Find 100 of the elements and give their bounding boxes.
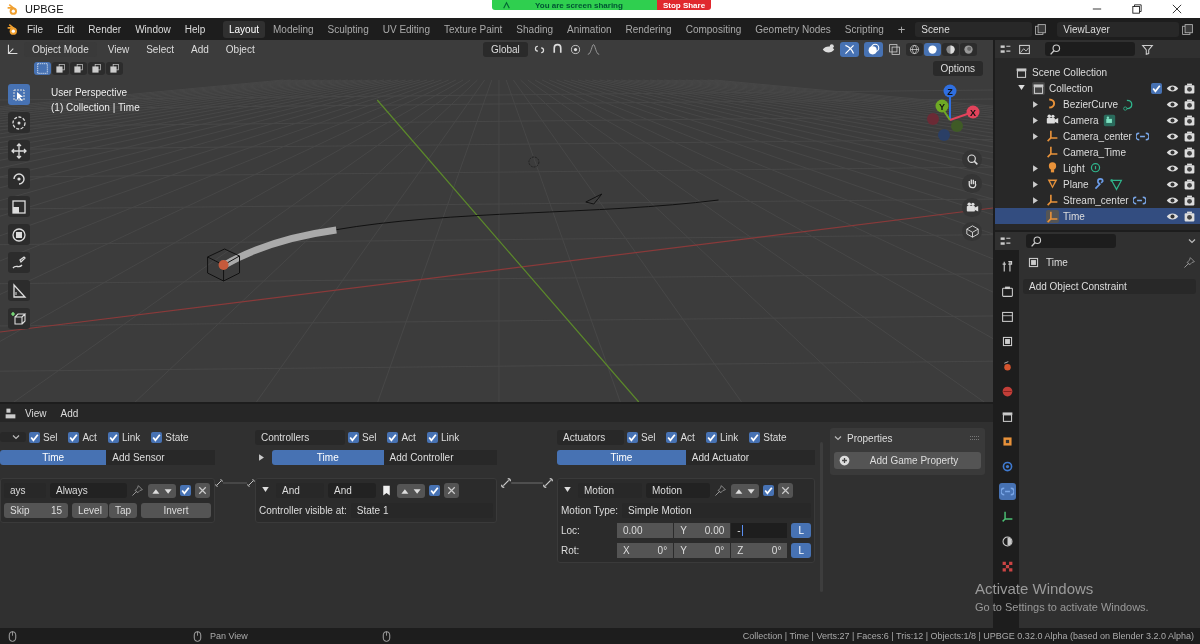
move-arrows[interactable] [148, 483, 176, 498]
outliner-row[interactable]: Camera_center [995, 128, 1200, 144]
number-field[interactable]: - [731, 523, 788, 538]
remove-button[interactable] [195, 483, 210, 498]
state-dropdown[interactable]: State 1 [350, 503, 493, 518]
camera-icon[interactable] [1183, 193, 1196, 207]
scale-tool[interactable] [8, 196, 30, 217]
workspace-tab[interactable]: Layout [222, 20, 265, 38]
blender-menu-icon[interactable] [6, 22, 19, 36]
workspace-tab[interactable]: Rendering [619, 20, 678, 38]
add-workspace-button[interactable]: + [891, 19, 912, 39]
add-sensor-dropdown[interactable]: Add Sensor [106, 449, 215, 465]
annotate-tool[interactable] [8, 252, 30, 273]
number-field[interactable]: Z 0° [731, 543, 788, 558]
duplicate-icon[interactable] [1034, 22, 1048, 36]
exclude-checkbox[interactable] [1151, 82, 1162, 94]
restore-icon[interactable] [1132, 4, 1142, 14]
editor-type-icon[interactable] [4, 406, 17, 420]
object-bar[interactable]: Time [0, 449, 107, 465]
menu-item[interactable]: Render [82, 21, 128, 37]
outliner-row[interactable]: Plane [995, 176, 1200, 192]
menu-item[interactable]: Edit [51, 21, 81, 37]
move-arrows[interactable] [397, 483, 425, 498]
checkbox[interactable] [29, 431, 40, 443]
menu-item[interactable]: Window [129, 21, 177, 37]
checkbox[interactable] [151, 431, 163, 443]
number-field[interactable]: Y 0.00 [674, 523, 731, 538]
pin-icon[interactable] [131, 484, 144, 497]
checkbox[interactable] [749, 431, 761, 443]
actuator-filter-dropdown[interactable]: Actuators [557, 429, 624, 445]
add-constraint-dropdown[interactable]: Add Object Constraint [1023, 279, 1196, 294]
number-field[interactable]: Y 0° [674, 543, 731, 558]
pin-icon[interactable] [714, 484, 727, 497]
close-icon[interactable] [1172, 4, 1182, 14]
display-mode-icon[interactable] [1018, 42, 1031, 56]
stop-share-button[interactable]: Stop Share [656, 0, 712, 10]
move-arrows[interactable] [731, 483, 759, 498]
logic-menu-item[interactable]: Add [54, 405, 85, 421]
controller-name-field[interactable]: And [328, 483, 376, 498]
local-toggle[interactable]: L [791, 543, 811, 558]
transform-tool[interactable] [8, 224, 30, 245]
falloff-curve-icon[interactable] [586, 42, 600, 56]
editor-type-icon[interactable] [999, 234, 1012, 248]
visibility-icon[interactable] [822, 42, 835, 56]
sensor-type-dropdown[interactable]: ays [4, 483, 46, 498]
remove-button[interactable] [444, 483, 459, 498]
number-field[interactable]: X 0° [617, 543, 674, 558]
number-field[interactable]: 0.00 [617, 523, 674, 538]
checkbox[interactable] [705, 431, 717, 443]
filter-icon[interactable] [1141, 42, 1154, 56]
snap-icon[interactable] [550, 42, 564, 56]
outliner-row[interactable]: BezierCurve [995, 96, 1200, 112]
view-layer-selector[interactable]: ViewLayer [1057, 21, 1179, 37]
editor-type-icon[interactable] [6, 42, 19, 56]
bookmark-icon[interactable] [380, 484, 393, 497]
checkbox[interactable] [107, 431, 119, 443]
select-tool[interactable] [8, 84, 30, 105]
viewport-menu-item[interactable]: Select [140, 41, 180, 57]
add-game-property-button[interactable]: Add Game Property [834, 452, 981, 469]
workspace-tab[interactable]: Texture Paint [437, 20, 509, 38]
outliner-row[interactable]: Stream_center [995, 192, 1200, 208]
camera-icon[interactable] [1183, 81, 1196, 95]
outliner-row[interactable]: Camera_Time [995, 144, 1200, 160]
checkbox[interactable] [387, 431, 399, 443]
drag-handle-icon[interactable] [969, 435, 981, 441]
measure-tool[interactable] [8, 280, 30, 301]
active-checkbox[interactable] [429, 485, 440, 496]
object-bar[interactable]: Time [557, 449, 686, 465]
active-checkbox[interactable] [180, 485, 191, 496]
camera-icon[interactable] [1183, 113, 1196, 127]
checkbox[interactable] [627, 431, 638, 443]
camera-icon[interactable] [1183, 161, 1196, 175]
remove-button[interactable] [778, 483, 793, 498]
tree-item-label[interactable]: Collection [1049, 82, 1093, 94]
outliner-row[interactable]: Light [995, 160, 1200, 176]
rotate-tool[interactable] [8, 168, 30, 189]
outliner-row[interactable]: Time [995, 208, 1200, 224]
active-checkbox[interactable] [763, 485, 774, 496]
camera-icon[interactable] [1183, 145, 1196, 159]
add-cube-tool[interactable] [8, 308, 30, 329]
sensor-filter-dropdown[interactable] [0, 432, 26, 442]
local-toggle[interactable]: L [791, 523, 811, 538]
add-controller-dropdown[interactable]: Add Controller [383, 449, 497, 465]
checkbox[interactable] [68, 431, 80, 443]
skip-field[interactable]: Skip 15 [4, 503, 68, 518]
search-field[interactable] [1026, 234, 1116, 248]
workspace-tab[interactable]: Geometry Nodes [749, 20, 837, 38]
actuator-name-field[interactable]: Motion [646, 483, 710, 498]
scene-selector[interactable]: Scene [915, 21, 1033, 37]
pin-icon[interactable] [1183, 256, 1196, 269]
checkbox[interactable] [348, 431, 359, 443]
search-field[interactable] [1045, 42, 1135, 56]
toggle-button[interactable]: Level [72, 503, 108, 518]
camera-icon[interactable] [1183, 97, 1196, 111]
move-tool[interactable] [8, 140, 30, 161]
toggle-button[interactable]: Tap [108, 503, 138, 518]
workspace-tab[interactable]: UV Editing [376, 20, 436, 38]
controller-filter-dropdown[interactable]: Controllers [255, 429, 345, 445]
workspace-tab[interactable]: Scripting [838, 20, 890, 38]
tree-item-label[interactable]: Scene Collection [1032, 66, 1108, 78]
